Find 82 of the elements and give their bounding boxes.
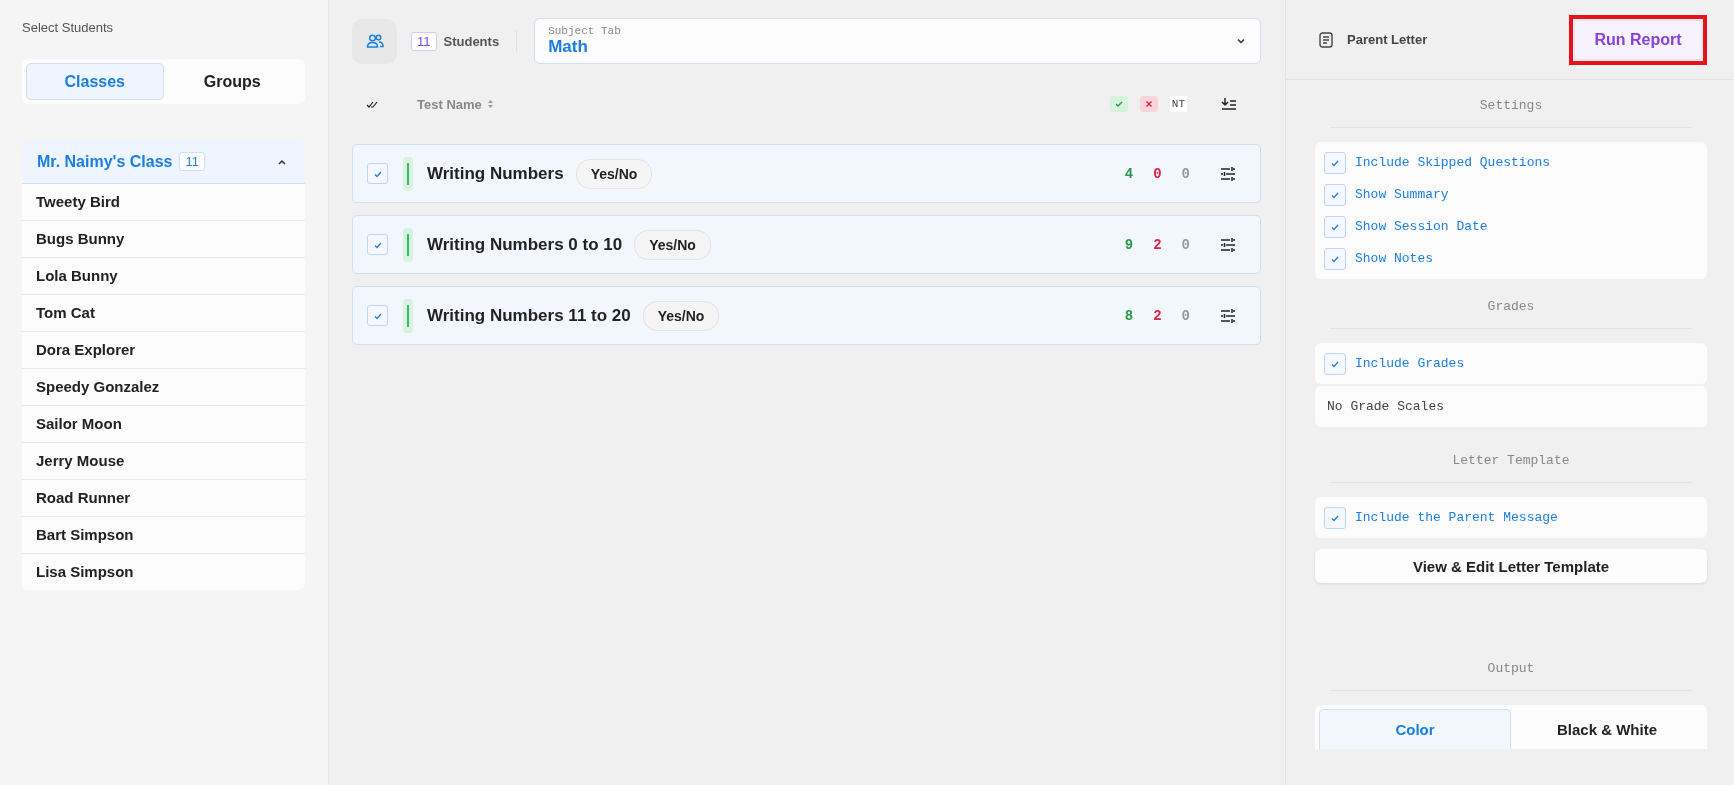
sliders-icon: [1220, 166, 1236, 181]
section-heading: Output: [1330, 643, 1692, 691]
correct-count: 9: [1124, 236, 1134, 253]
download-list-icon: [1221, 97, 1237, 111]
option-label: Include Skipped Questions: [1355, 155, 1551, 170]
people-icon: [365, 32, 384, 50]
panel-title: Parent Letter: [1347, 32, 1428, 47]
student-item[interactable]: Lisa Simpson: [22, 554, 305, 590]
test-name: Writing Numbers: [427, 163, 564, 184]
option-label: Show Session Date: [1355, 219, 1488, 234]
student-item[interactable]: Tweety Bird: [22, 184, 305, 221]
incorrect-count: 2: [1153, 236, 1162, 253]
section-heading: Letter Template: [1330, 435, 1692, 483]
test-name: Writing Numbers 0 to 10: [427, 234, 623, 255]
class-header[interactable]: Mr. Naimy's Class 11: [22, 140, 305, 184]
student-item[interactable]: Bugs Bunny: [22, 221, 305, 258]
sort-icon: [486, 99, 494, 109]
not-tested-count: 0: [1181, 236, 1190, 253]
checkbox[interactable]: [1324, 215, 1346, 238]
student-item[interactable]: Tom Cat: [22, 295, 305, 332]
correct-count: 4: [1124, 165, 1134, 182]
student-count: 11: [179, 152, 205, 171]
students-label: Students: [443, 33, 500, 49]
student-count: 11: [411, 31, 437, 51]
document-icon: [1319, 31, 1333, 48]
output-option[interactable]: Black & White: [1511, 709, 1703, 749]
sliders-icon: [1220, 237, 1236, 252]
checkbox[interactable]: [367, 163, 388, 184]
student-item[interactable]: Road Runner: [22, 480, 305, 517]
test-name: Writing Numbers 11 to 20: [427, 305, 631, 326]
test-row[interactable]: Writing Numbers Yes/No 4 0 0: [352, 144, 1261, 203]
student-item[interactable]: Dora Explorer: [22, 332, 305, 369]
edit-template-button[interactable]: View & Edit Letter Template: [1315, 549, 1707, 583]
checkbox[interactable]: [1324, 506, 1346, 529]
student-item[interactable]: Sailor Moon: [22, 406, 305, 443]
correct-count: 8: [1124, 307, 1134, 324]
checkbox[interactable]: [1324, 247, 1346, 270]
x-icon: [1139, 96, 1158, 112]
option-label: Show Notes: [1355, 251, 1433, 266]
students-button[interactable]: [352, 18, 397, 64]
chevron-down-icon: [1236, 36, 1246, 46]
sliders-icon: [1220, 308, 1236, 323]
column-title: Test Name: [417, 96, 482, 112]
option-label: Include Grades: [1355, 356, 1465, 371]
option-label: Include the Parent Message: [1355, 510, 1558, 525]
incorrect-count: 2: [1153, 307, 1162, 324]
checkbox[interactable]: [1324, 352, 1346, 375]
student-item[interactable]: Jerry Mouse: [22, 443, 305, 480]
student-item[interactable]: Speedy Gonzalez: [22, 369, 305, 406]
test-type-tag: Yes/No: [575, 158, 653, 189]
checkbox[interactable]: [1324, 183, 1346, 206]
test-row[interactable]: Writing Numbers 11 to 20 Yes/No 8 2 0: [352, 286, 1261, 345]
run-report-button[interactable]: Run Report: [1574, 19, 1702, 60]
double-check-icon: [366, 100, 378, 108]
checkbox[interactable]: [367, 305, 388, 326]
select-value: Math: [548, 37, 589, 57]
status-bar-icon: [403, 156, 413, 191]
column-header: NT: [1169, 96, 1187, 112]
subject-select[interactable]: Subject Tab Math: [534, 18, 1261, 64]
tab[interactable]: Groups: [163, 63, 301, 100]
select-label: Subject Tab: [548, 25, 621, 37]
section-heading: Grades: [1330, 281, 1692, 329]
student-item[interactable]: Bart Simpson: [22, 517, 305, 554]
status-bar-icon: [403, 227, 413, 262]
class-name: Mr. Naimy's Class: [37, 152, 173, 171]
panel-title: Select Students: [22, 20, 115, 35]
tab[interactable]: Classes: [26, 63, 164, 100]
test-type-tag: Yes/No: [634, 229, 711, 260]
not-tested-count: 0: [1181, 307, 1190, 324]
test-type-tag: Yes/No: [642, 300, 720, 331]
output-option[interactable]: Color: [1319, 709, 1511, 749]
incorrect-count: 0: [1153, 165, 1162, 182]
section-heading: Settings: [1330, 80, 1692, 128]
status-bar-icon: [403, 298, 413, 333]
not-tested-count: 0: [1181, 165, 1190, 182]
checkbox[interactable]: [1324, 151, 1346, 174]
info-card: No Grade Scales: [1315, 386, 1707, 427]
test-row[interactable]: Writing Numbers 0 to 10 Yes/No 9 2 0: [352, 215, 1261, 274]
check-icon: [1109, 96, 1128, 112]
option-label: Show Summary: [1355, 187, 1449, 202]
student-item[interactable]: Lola Bunny: [22, 258, 305, 295]
checkbox[interactable]: [367, 234, 388, 255]
